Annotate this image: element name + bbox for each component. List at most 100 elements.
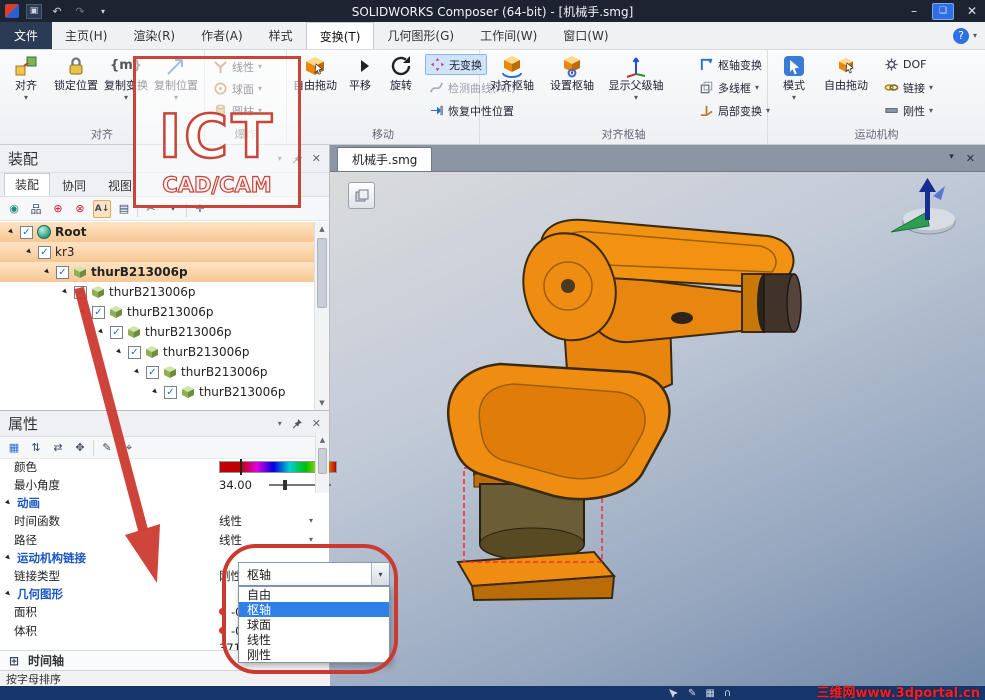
visibility-checkbox[interactable]: ✓ bbox=[38, 245, 51, 259]
dropdown-option-selected[interactable]: 枢轴 bbox=[239, 602, 389, 617]
scroll-up-icon[interactable]: ▲ bbox=[316, 433, 329, 447]
snap-magnet-icon[interactable]: ∩ bbox=[724, 688, 731, 699]
save-icon[interactable]: ▣ bbox=[26, 3, 42, 19]
tab-geometry[interactable]: 几何图形(G) bbox=[374, 22, 467, 49]
align-button[interactable]: 对齐 ▾ bbox=[2, 54, 50, 103]
combobox-chevron-icon[interactable]: ▾ bbox=[371, 563, 389, 585]
visibility-checkbox[interactable]: ✓ bbox=[164, 385, 177, 399]
link-type-combobox[interactable]: 枢轴 ▾ bbox=[238, 562, 390, 586]
panel-close-icon[interactable]: ✕ bbox=[312, 152, 321, 165]
visibility-sphere-icon[interactable]: ◉ bbox=[5, 200, 23, 218]
section-expander-icon[interactable]: ▸ bbox=[1, 586, 15, 600]
dropdown-option[interactable]: 线性 bbox=[239, 632, 389, 647]
pin-icon[interactable] bbox=[291, 153, 303, 165]
tree-item[interactable]: ▸ ✓ thurB213006p bbox=[0, 282, 314, 302]
move-cross-icon[interactable]: ✥ bbox=[71, 439, 89, 457]
close-button[interactable]: ✕ bbox=[959, 0, 985, 22]
scroll-down-icon[interactable]: ▼ bbox=[315, 396, 329, 410]
rotate-button[interactable]: 旋转 bbox=[381, 54, 421, 92]
swap-icon[interactable]: ⇄ bbox=[49, 439, 67, 457]
translate-button[interactable]: 平移 bbox=[341, 54, 379, 92]
sort-alphabetical-icon[interactable]: A↓ bbox=[93, 199, 111, 218]
help-chevron-icon[interactable]: ▾ bbox=[973, 31, 977, 40]
panel-menu-chevron-icon[interactable]: ▾ bbox=[278, 419, 282, 428]
tab-home[interactable]: 主页(H) bbox=[52, 22, 120, 49]
multi-wireframe-button[interactable]: 多线框 ▾ bbox=[695, 77, 763, 98]
visibility-checkbox[interactable]: ✓ bbox=[146, 365, 159, 379]
rigid-button[interactable]: 刚性 ▾ bbox=[880, 100, 937, 121]
add-actor-icon[interactable]: ⊕ bbox=[49, 200, 67, 218]
tab-window[interactable]: 窗口(W) bbox=[550, 22, 621, 49]
linear-explode-button[interactable]: 线性 ▾ bbox=[209, 56, 266, 77]
cylindrical-explode-button[interactable]: 圆柱 ▾ bbox=[209, 100, 266, 121]
section-animation[interactable]: ▸ 动画 bbox=[0, 494, 329, 511]
remove-actor-icon[interactable]: ⊗ bbox=[71, 200, 89, 218]
expander-icon[interactable]: ▸ bbox=[130, 365, 144, 379]
minimize-button[interactable]: – bbox=[901, 0, 927, 22]
panel-close-icon[interactable]: ✕ bbox=[312, 417, 321, 430]
maximize-button[interactable]: ❏ bbox=[932, 2, 954, 20]
dropdown-option[interactable]: 球面 bbox=[239, 617, 389, 632]
tab-file[interactable]: 文件 bbox=[0, 22, 52, 49]
orientation-triad-icon[interactable] bbox=[883, 176, 967, 242]
mechanism-free-drag-button[interactable]: 自由拖动 bbox=[820, 54, 872, 92]
set-pivot-button[interactable]: 设置枢轴 bbox=[544, 54, 600, 92]
spherical-explode-button[interactable]: 球面 ▾ bbox=[209, 78, 266, 99]
local-transform-button[interactable]: 局部变换 ▾ bbox=[695, 100, 774, 121]
target-icon[interactable]: ⌖ bbox=[120, 439, 138, 457]
tree-item[interactable]: ▸ ✓ kr3 bbox=[0, 242, 314, 262]
visibility-checkbox[interactable]: ✓ bbox=[74, 285, 87, 299]
section-expander-icon[interactable]: ▸ bbox=[1, 550, 15, 564]
expander-icon[interactable]: ▸ bbox=[40, 265, 54, 279]
free-drag-button[interactable]: 自由拖动 bbox=[291, 54, 339, 92]
expander-icon[interactable]: ▸ bbox=[22, 245, 36, 259]
tab-close-icon[interactable]: ✕ bbox=[966, 152, 975, 165]
grid-icon[interactable]: ▦ bbox=[705, 688, 714, 699]
tab-views[interactable]: 视图 bbox=[98, 175, 142, 196]
undo-icon[interactable]: ↶ bbox=[49, 4, 65, 19]
property-row-min-angle[interactable]: 最小角度 34.00 bbox=[0, 475, 331, 494]
property-row-path[interactable]: 路径 线性 ▾ bbox=[0, 530, 329, 549]
tree-scrollbar[interactable]: ▲ ▼ bbox=[314, 222, 329, 410]
copy-position-button[interactable]: 复制位置 ▾ bbox=[152, 54, 200, 103]
slider-knob[interactable] bbox=[282, 479, 287, 490]
redo-icon[interactable]: ↷ bbox=[72, 4, 88, 19]
pin-icon[interactable] bbox=[291, 418, 303, 430]
align-pivot-button[interactable]: 对齐枢轴 bbox=[484, 54, 540, 92]
expander-icon[interactable]: ▸ bbox=[4, 225, 18, 239]
properties-scrollbar[interactable]: ▲ bbox=[315, 433, 329, 493]
grid-view-icon[interactable]: ▦ bbox=[5, 439, 23, 457]
filter-icon[interactable]: ✂ bbox=[142, 200, 160, 218]
tab-assembly[interactable]: 装配 bbox=[4, 173, 51, 196]
tree-item[interactable]: ▸ ✓ thurB213006p bbox=[0, 362, 314, 382]
expander-icon[interactable]: ▸ bbox=[112, 345, 126, 359]
mechanism-mode-button[interactable]: 模式 ▾ bbox=[772, 54, 816, 103]
tab-author[interactable]: 作者(A) bbox=[188, 22, 256, 49]
copy-transform-button[interactable]: {m} 复制变换 ▾ bbox=[102, 54, 150, 103]
tree-item[interactable]: ▸ ✓ thurB213006p bbox=[0, 262, 314, 282]
panel-menu-chevron-icon[interactable]: ▾ bbox=[278, 154, 282, 163]
lock-position-button[interactable]: 锁定位置 bbox=[52, 54, 100, 92]
visibility-checkbox[interactable]: ✓ bbox=[110, 325, 123, 339]
scrollbar-thumb[interactable] bbox=[317, 238, 327, 308]
more-chevron-icon[interactable]: ▾ bbox=[164, 200, 182, 218]
tab-transform[interactable]: 变换(T) bbox=[305, 22, 375, 49]
expander-icon[interactable]: ▸ bbox=[58, 285, 72, 299]
visibility-checkbox[interactable]: ✓ bbox=[92, 305, 105, 319]
property-row-color[interactable]: 颜色 bbox=[0, 459, 337, 475]
dropdown-option[interactable]: 自由 bbox=[239, 587, 389, 602]
visibility-checkbox[interactable]: ✓ bbox=[56, 265, 69, 279]
tree-item[interactable]: ▸ ✓ thurB213006p bbox=[0, 322, 314, 342]
expander-icon[interactable]: ▸ bbox=[94, 325, 108, 339]
dropdown-chevron-icon[interactable]: ▾ bbox=[309, 535, 313, 544]
scrollbar-thumb[interactable] bbox=[318, 448, 327, 474]
tree-item[interactable]: ▸ ✓ thurB213006p bbox=[0, 342, 314, 362]
dof-button[interactable]: DOF bbox=[880, 54, 930, 75]
tree-item-root[interactable]: ▸ ✓ Root bbox=[0, 222, 314, 242]
tab-workshop[interactable]: 工作间(W) bbox=[467, 22, 550, 49]
show-parent-axis-button[interactable]: 显示父级轴 ▾ bbox=[604, 54, 668, 103]
help-button[interactable]: ? bbox=[952, 27, 969, 44]
tree-item[interactable]: ▸ ✓ thurB213006p bbox=[0, 382, 314, 402]
document-tab[interactable]: 机械手.smg bbox=[337, 147, 433, 171]
eyedropper-icon[interactable]: ✎ bbox=[98, 439, 116, 457]
